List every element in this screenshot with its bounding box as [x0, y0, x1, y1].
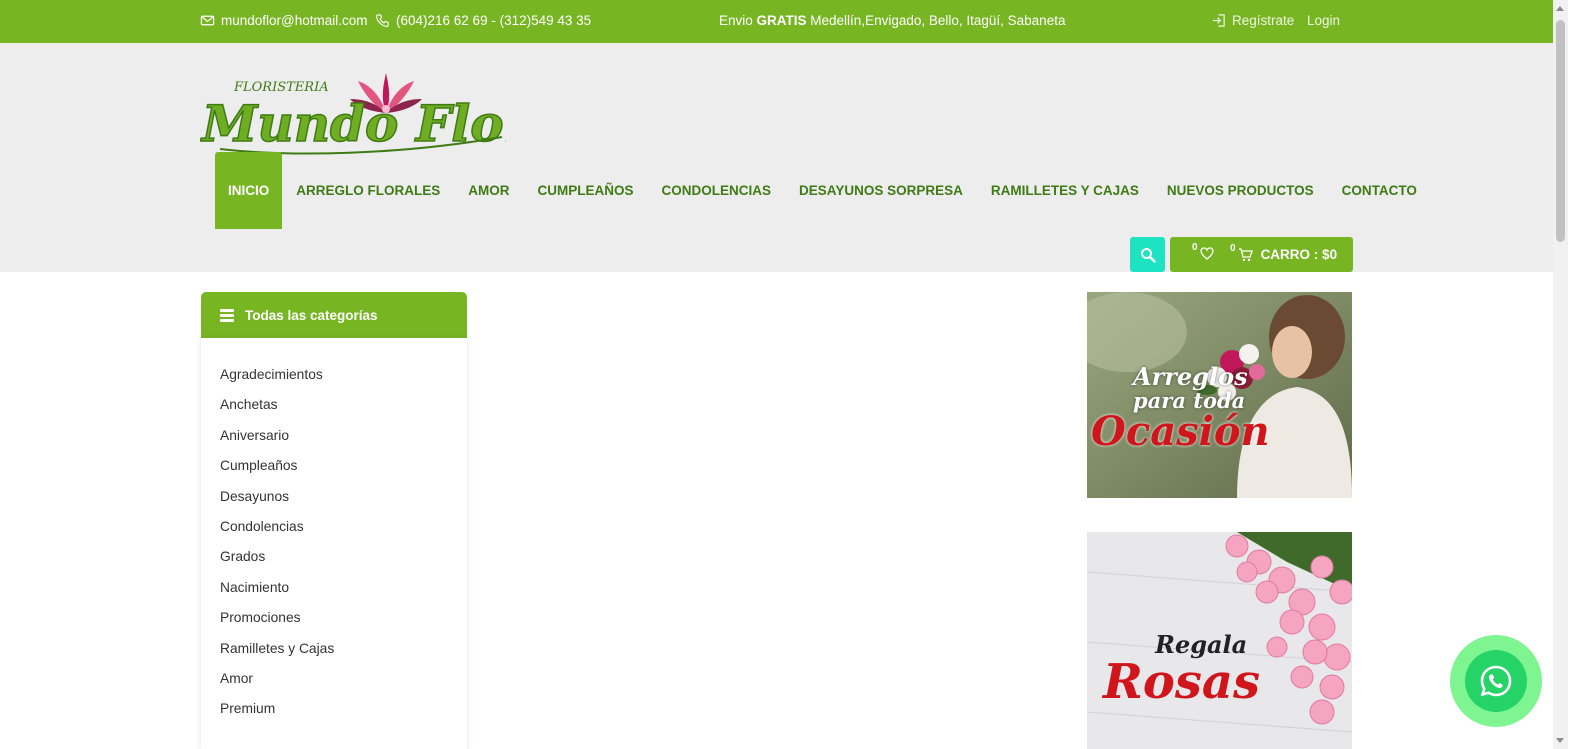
logo-graphic: FLORISTERIA Mundo Flor	[199, 73, 534, 155]
nav-item-ramilletes-y-cajas[interactable]: RAMILLETES Y CAJAS	[977, 152, 1153, 229]
banner1-line1: Arreglos	[1133, 362, 1248, 391]
shipping-bold: GRATIS	[756, 13, 807, 28]
list-icon	[220, 308, 234, 322]
login-link[interactable]: Login	[1307, 13, 1340, 28]
register-link[interactable]: Regístrate	[1211, 13, 1294, 28]
envelope-icon	[200, 15, 215, 26]
shipping-notice: Envio GRATIS Medellín,Envigado, Bello, I…	[719, 13, 1065, 28]
email-text: mundoflor@hotmail.com	[221, 13, 368, 28]
main-nav: INICIO ARREGLO FLORALES AMOR CUMPLEAÑOS …	[215, 152, 1431, 229]
heart-icon	[1199, 247, 1214, 260]
site-header: FLORISTERIA Mundo Flor INICIO ARREGLO FL…	[0, 43, 1553, 272]
categories-list: Agradecimientos Anchetas Aniversario Cum…	[201, 338, 467, 749]
search-icon	[1140, 247, 1156, 263]
category-item-condolencias[interactable]: Condolencias	[201, 512, 467, 542]
category-item-aniversario[interactable]: Aniversario	[201, 421, 467, 451]
window-edge	[1568, 0, 1592, 749]
cart-bar: 0 0 CARRO : $0	[1170, 237, 1353, 272]
cart-count: 0	[1230, 243, 1236, 254]
contact-email[interactable]: mundoflor@hotmail.com	[200, 13, 368, 28]
banner2-line2: Rosas	[1103, 654, 1261, 710]
category-item-nacimiento[interactable]: Nacimiento	[201, 573, 467, 603]
search-button[interactable]	[1130, 237, 1165, 272]
phone-text: (604)216 62 69 - (312)549 43 35	[396, 13, 592, 28]
category-item-promociones[interactable]: Promociones	[201, 603, 467, 633]
whatsapp-icon	[1480, 665, 1512, 697]
nav-item-inicio[interactable]: INICIO	[215, 152, 283, 229]
category-item-anchetas[interactable]: Anchetas	[201, 390, 467, 420]
nav-item-amor[interactable]: AMOR	[454, 152, 523, 229]
login-icon	[1212, 14, 1225, 27]
category-item-premium[interactable]: Premium	[201, 694, 467, 724]
login-label: Login	[1307, 13, 1341, 28]
whatsapp-inner	[1465, 650, 1527, 712]
cart-label: CARRO : $0	[1260, 247, 1338, 262]
category-item-amor[interactable]: Amor	[201, 664, 467, 694]
category-item-ramilletes-y-cajas[interactable]: Ramilletes y Cajas	[201, 634, 467, 664]
banner-regala-rosas[interactable]: Regala Rosas	[1087, 532, 1352, 749]
scrollbar-thumb[interactable]	[1556, 20, 1565, 242]
site-logo[interactable]: FLORISTERIA Mundo Flor	[199, 65, 534, 157]
wishlist-count: 0	[1192, 242, 1198, 253]
shipping-suffix: Medellín,Envigado, Bello, Itagüí, Sabane…	[806, 13, 1066, 28]
contact-phone[interactable]: (604)216 62 69 - (312)549 43 35	[375, 13, 591, 28]
phone-icon	[375, 14, 389, 28]
categories-header[interactable]: Todas las categorías	[201, 292, 467, 338]
nav-item-arreglo-florales[interactable]: ARREGLO FLORALES	[282, 152, 454, 229]
category-item-desayunos[interactable]: Desayunos	[201, 482, 467, 512]
top-bar: mundoflor@hotmail.com (604)216 62 69 - (…	[0, 0, 1553, 43]
nav-item-nuevos-productos[interactable]: NUEVOS PRODUCTOS	[1153, 152, 1328, 229]
scroll-down-arrow[interactable]	[1556, 738, 1564, 743]
page-scrollbar[interactable]	[1553, 0, 1568, 749]
cart-button[interactable]: 0 CARRO : $0	[1230, 243, 1338, 262]
nav-item-condolencias[interactable]: CONDOLENCIAS	[648, 152, 786, 229]
register-label: Regístrate	[1232, 13, 1295, 28]
shipping-prefix: Envio	[719, 13, 757, 28]
whatsapp-button[interactable]	[1450, 635, 1542, 727]
nav-item-cumpleanos[interactable]: CUMPLEAÑOS	[524, 152, 648, 229]
category-item-grados[interactable]: Grados	[201, 542, 467, 572]
cart-icon	[1238, 247, 1253, 261]
scroll-up-arrow[interactable]	[1556, 6, 1564, 11]
banner1-line3: Ocasión	[1091, 408, 1270, 455]
banner-arreglos-ocasion[interactable]: Arreglos para toda Ocasión	[1087, 292, 1352, 498]
logo-small-text: FLORISTERIA	[233, 80, 329, 95]
categories-title: Todas las categorías	[245, 307, 378, 323]
nav-item-desayunos-sorpresa[interactable]: DESAYUNOS SORPRESA	[785, 152, 977, 229]
nav-item-contacto[interactable]: CONTACTO	[1328, 152, 1431, 229]
wishlist-button[interactable]: 0	[1192, 242, 1214, 260]
category-item-cumpleanos[interactable]: Cumpleaños	[201, 451, 467, 481]
category-item-agradecimientos[interactable]: Agradecimientos	[201, 360, 467, 390]
